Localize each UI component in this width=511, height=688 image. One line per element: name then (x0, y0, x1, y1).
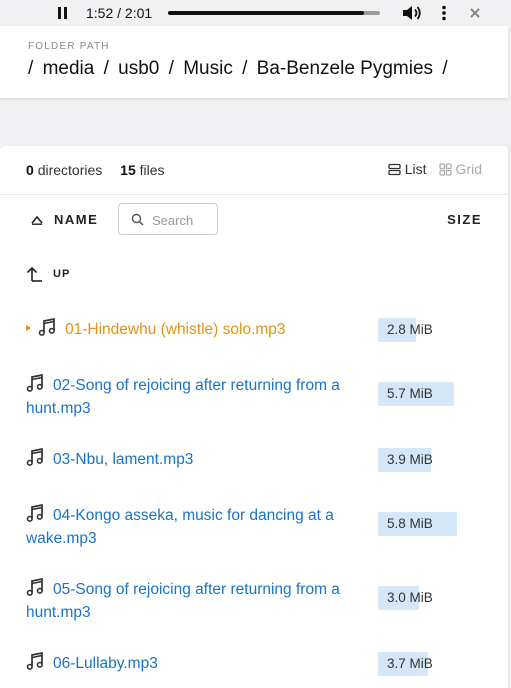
pause-icon[interactable] (57, 7, 69, 19)
search-icon (131, 213, 144, 226)
file-size-cell: 3.7 MiB (378, 652, 478, 676)
breadcrumb: / media / usb0 / Music / Ba-Benzele Pygm… (28, 58, 452, 80)
file-size: 3.7 MiB (387, 656, 433, 671)
file-link[interactable]: 03-Nbu, lament.mp3 (26, 447, 356, 471)
grid-view-button[interactable]: Grid (438, 161, 482, 177)
file-size: 3.9 MiB (387, 452, 433, 467)
file-label: files (139, 162, 165, 178)
file-size: 5.8 MiB (387, 516, 433, 531)
file-name: 02-Song of rejoicing after returning fro… (26, 377, 340, 417)
size-column-header[interactable]: SIZE (447, 212, 482, 227)
directory-label: directories (37, 162, 103, 178)
divider (0, 194, 508, 195)
search-input[interactable] (152, 210, 214, 230)
file-link[interactable]: 05-Song of rejoicing after returning fro… (26, 577, 356, 624)
volume-icon[interactable] (402, 5, 422, 21)
file-size-cell: 3.0 MiB (378, 586, 478, 610)
music-note-icon (26, 577, 45, 597)
breadcrumb-separator: / (168, 58, 174, 79)
search-box[interactable] (118, 203, 218, 235)
sort-ascending-icon[interactable] (31, 215, 43, 225)
music-note-icon (26, 447, 45, 467)
file-size-cell: 5.8 MiB (378, 512, 478, 536)
file-link[interactable]: 02-Song of rejoicing after returning fro… (26, 373, 356, 420)
list-view-button[interactable]: List (388, 161, 427, 177)
grid-icon (438, 162, 452, 176)
file-name: 05-Song of rejoicing after returning fro… (26, 581, 340, 621)
file-size: 3.0 MiB (387, 590, 433, 605)
view-toggle: List Grid (388, 161, 482, 177)
audio-player: 1:52 / 2:01 (0, 0, 511, 26)
name-column-header[interactable]: NAME (54, 212, 98, 227)
list-icon (388, 163, 401, 175)
file-size-cell: 2.8 MiB (378, 318, 478, 342)
listing-summary: 0 directories 15 files (26, 162, 165, 178)
close-icon[interactable] (468, 6, 482, 20)
folder-path-label: FOLDER PATH (28, 41, 110, 52)
file-count: 15 (120, 162, 136, 178)
playback-time: 1:52 / 2:01 (86, 5, 153, 21)
music-note-icon (26, 503, 45, 523)
breadcrumb-separator: / (442, 58, 448, 79)
more-options-icon[interactable] (438, 5, 450, 21)
breadcrumb-separator: / (242, 58, 248, 79)
file-listing: 0 directories 15 files List Grid NAME Se… (0, 146, 508, 688)
music-note-icon (26, 651, 45, 671)
file-name: 03-Nbu, lament.mp3 (53, 451, 194, 468)
file-name: 06-Lullaby.mp3 (53, 655, 158, 672)
column-header: NAME SIZE (0, 203, 508, 235)
up-label: UP (53, 268, 71, 280)
grid-view-label: Grid (455, 161, 482, 177)
music-note-icon (26, 373, 45, 393)
file-link[interactable]: 01-Hindewhu (whistle) solo.mp3 (26, 317, 356, 341)
file-size: 5.7 MiB (387, 386, 433, 401)
file-size-cell: 3.9 MiB (378, 448, 478, 472)
directory-count: 0 (26, 162, 34, 178)
file-size-cell: 5.7 MiB (378, 382, 478, 406)
breadcrumb-item-music[interactable]: Music (183, 58, 233, 79)
arrow-up-left-icon (26, 266, 42, 282)
now-playing-icon (26, 325, 31, 331)
progress-fill (168, 11, 365, 15)
file-name: 04-Kongo asseka, music for dancing at a … (26, 507, 334, 547)
breadcrumb-item-usb0[interactable]: usb0 (118, 58, 159, 79)
list-view-label: List (404, 161, 427, 177)
up-directory-link[interactable]: UP (26, 263, 70, 285)
breadcrumb-item-current[interactable]: Ba-Benzele Pygmies (257, 58, 433, 79)
music-note-icon (38, 317, 57, 337)
folder-header: FOLDER PATH / media / usb0 / Music / Ba-… (0, 26, 508, 98)
progress-bar[interactable] (168, 11, 380, 15)
breadcrumb-separator: / (103, 58, 109, 79)
file-size: 2.8 MiB (387, 322, 433, 337)
file-name: 01-Hindewhu (whistle) solo.mp3 (65, 321, 286, 338)
breadcrumb-item-media[interactable]: media (43, 58, 95, 79)
breadcrumb-separator: / (28, 58, 34, 79)
file-link[interactable]: 04-Kongo asseka, music for dancing at a … (26, 503, 356, 550)
file-link[interactable]: 06-Lullaby.mp3 (26, 651, 356, 675)
